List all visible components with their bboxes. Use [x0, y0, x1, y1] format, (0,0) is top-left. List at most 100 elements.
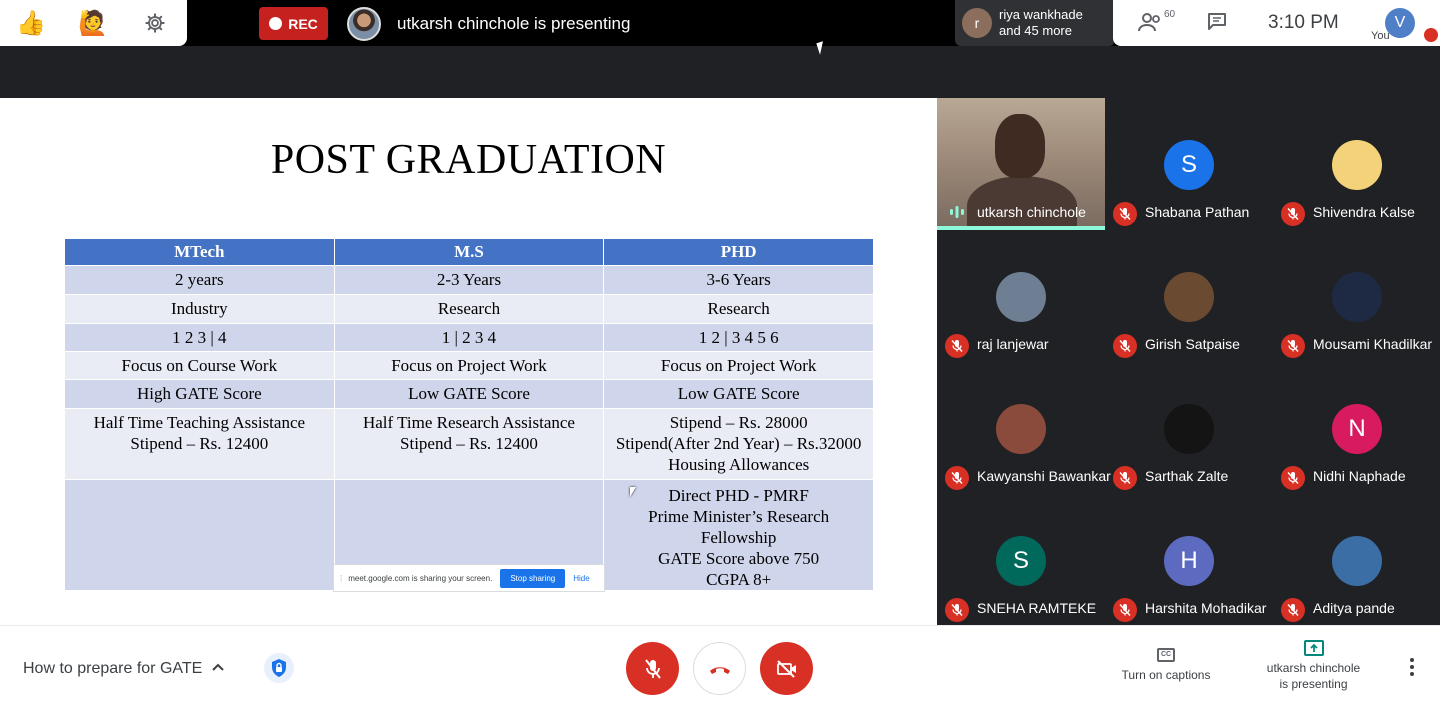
meeting-title[interactable]: How to prepare for GATE	[23, 660, 202, 678]
mic-off-icon	[1424, 28, 1438, 42]
bottom-bar: How to prepare for GATE CC Turn on capti…	[0, 625, 1440, 708]
participant-tile[interactable]: Aditya pande	[1273, 494, 1440, 626]
avatar	[1164, 404, 1214, 454]
participant-tile[interactable]: utkarsh chinchole	[937, 98, 1105, 230]
chat-icon	[1208, 13, 1226, 30]
thumbs-up-icon[interactable]: 👍	[0, 0, 62, 46]
gear-icon[interactable]	[124, 0, 186, 46]
participant-tile[interactable]: Kawyanshi Bawankar	[937, 362, 1111, 494]
hidden-participants-chip[interactable]: r riya wankhade and 45 more	[955, 0, 1115, 46]
mic-toggle-button[interactable]	[626, 642, 679, 695]
avatar	[1164, 272, 1214, 322]
participant-tile[interactable]: N Nidhi Naphade	[1273, 362, 1440, 494]
present-button[interactable]: utkarsh chinchole is presenting	[1256, 640, 1371, 692]
mic-off-icon	[1113, 466, 1137, 490]
slide-comparison-table: MTech M.S PHD 2 years 2-3 Years 3-6 Year…	[64, 238, 874, 591]
hang-up-icon	[709, 666, 730, 674]
leave-call-button[interactable]	[693, 642, 746, 695]
mic-off-icon	[945, 466, 969, 490]
mic-off-icon	[1281, 598, 1305, 622]
table-cell	[64, 479, 335, 591]
top-bar: 👍 🙋 REC utkarsh chinchole is presenting …	[0, 0, 1440, 55]
participant-name: Aditya pande	[1313, 600, 1395, 616]
participant-tile[interactable]: H Harshita Mohadikar	[1105, 494, 1273, 626]
table-cell: Industry	[64, 294, 335, 324]
presenting-line1: utkarsh chinchole	[1266, 661, 1361, 675]
raise-hand-icon[interactable]: 🙋	[62, 0, 124, 46]
slide-title: POST GRADUATION	[270, 137, 667, 183]
table-cell: Focus on Course Work	[64, 351, 335, 380]
presenting-line2: is presenting	[1279, 677, 1348, 691]
table-cell: Direct PHD - PMRF Prime Minister’s Resea…	[603, 479, 874, 591]
participant-grid: utkarsh chinchole S Shabana Pathan Shivendr…	[937, 98, 1440, 625]
participant-tile[interactable]: S Shabana Pathan	[1105, 98, 1273, 230]
avatar: N	[1332, 404, 1382, 454]
table-row: 2 years 2-3 Years 3-6 Years	[64, 265, 874, 295]
participant-tile[interactable]: Girish Satpaise	[1105, 230, 1273, 362]
others-line1: riya wankhade	[999, 7, 1083, 22]
avatar: S	[996, 536, 1046, 586]
table-cell: 1 2 | 3 4 5 6	[603, 323, 874, 352]
camera-toggle-button[interactable]	[760, 642, 813, 695]
table-cell: 1 | 2 3 4	[333, 323, 605, 352]
stop-sharing-button[interactable]: Stop sharing	[500, 568, 566, 588]
host-controls-button[interactable]	[264, 653, 294, 683]
avatar	[996, 272, 1046, 322]
participant-name: Shabana Pathan	[1145, 204, 1250, 220]
participant-tile[interactable]: S SNEHA RAMTEKE	[937, 494, 1105, 626]
table-cell: Low GATE Score	[603, 379, 874, 409]
participant-name: SNEHA RAMTEKE	[977, 600, 1097, 616]
table-header: PHD	[603, 238, 874, 266]
mic-off-icon	[1281, 466, 1305, 490]
avatar	[1332, 140, 1382, 190]
avatar: r	[962, 8, 992, 38]
presentation-slide: POST GRADUATION MTech M.S PHD 2 years 2-…	[0, 98, 937, 625]
table-cell: 2-3 Years	[333, 265, 605, 295]
table-cell: High GATE Score	[64, 379, 335, 409]
mic-off-icon	[1281, 202, 1305, 226]
people-icon	[1138, 13, 1160, 32]
chevron-up-icon[interactable]	[211, 662, 225, 672]
mouse-cursor-icon	[630, 487, 636, 497]
mic-off-icon	[644, 658, 661, 679]
table-cell: Stipend – Rs. 28000 Stipend(After 2nd Ye…	[603, 408, 874, 480]
more-options-icon[interactable]	[1405, 658, 1419, 678]
shield-lock-icon	[272, 659, 286, 677]
avatar: H	[1164, 536, 1214, 586]
mic-off-icon	[945, 334, 969, 358]
participant-tile[interactable]: Sarthak Zalte	[1105, 362, 1273, 494]
table-row: Focus on Course Work Focus on Project Wo…	[64, 351, 874, 380]
recording-badge[interactable]: REC	[259, 7, 328, 40]
participant-tile[interactable]: Shivendra Kalse	[1273, 98, 1440, 230]
participant-tile[interactable]: Mousami Khadilkar	[1273, 230, 1440, 362]
participant-name: Shivendra Kalse	[1313, 204, 1415, 220]
people-count: 60	[1164, 9, 1176, 20]
table-row: Half Time Teaching Assistance Stipend – …	[64, 408, 874, 480]
people-button[interactable]: 60	[1137, 9, 1177, 35]
table-row: Industry Research Research	[64, 294, 874, 324]
captions-button[interactable]: CC Turn on captions	[1110, 648, 1222, 682]
table-row: 1 2 3 | 4 1 | 2 3 4 1 2 | 3 4 5 6	[64, 323, 874, 352]
drag-handle-icon[interactable]: ⁞	[340, 574, 342, 583]
rec-label: REC	[288, 15, 318, 32]
hide-button[interactable]: Hide	[573, 574, 589, 583]
table-header: MTech	[64, 238, 335, 266]
self-label: You	[1371, 30, 1390, 42]
speaking-indicator-icon	[950, 206, 964, 218]
table-cell: Half Time Teaching Assistance Stipend – …	[64, 408, 335, 480]
table-cell: Focus on Project Work	[603, 351, 874, 380]
participant-name: Kawyanshi Bawankar	[977, 468, 1111, 484]
chat-button[interactable]	[1207, 12, 1227, 30]
table-cell: Research	[333, 294, 605, 324]
table-cell: 3-6 Years	[603, 265, 874, 295]
table-cell: Low GATE Score	[333, 379, 605, 409]
reactions-toolbar: 👍 🙋	[0, 0, 187, 46]
participant-name: Sarthak Zalte	[1145, 468, 1229, 484]
participant-tile[interactable]: raj lanjewar	[937, 230, 1105, 362]
top-right-toolbar: 60 3:10 PM V You	[1113, 0, 1440, 46]
mic-off-icon	[1113, 202, 1137, 226]
avatar	[996, 404, 1046, 454]
present-screen-icon	[1303, 640, 1324, 656]
table-cell: 2 years	[64, 265, 335, 295]
participant-name: raj lanjewar	[977, 336, 1049, 352]
